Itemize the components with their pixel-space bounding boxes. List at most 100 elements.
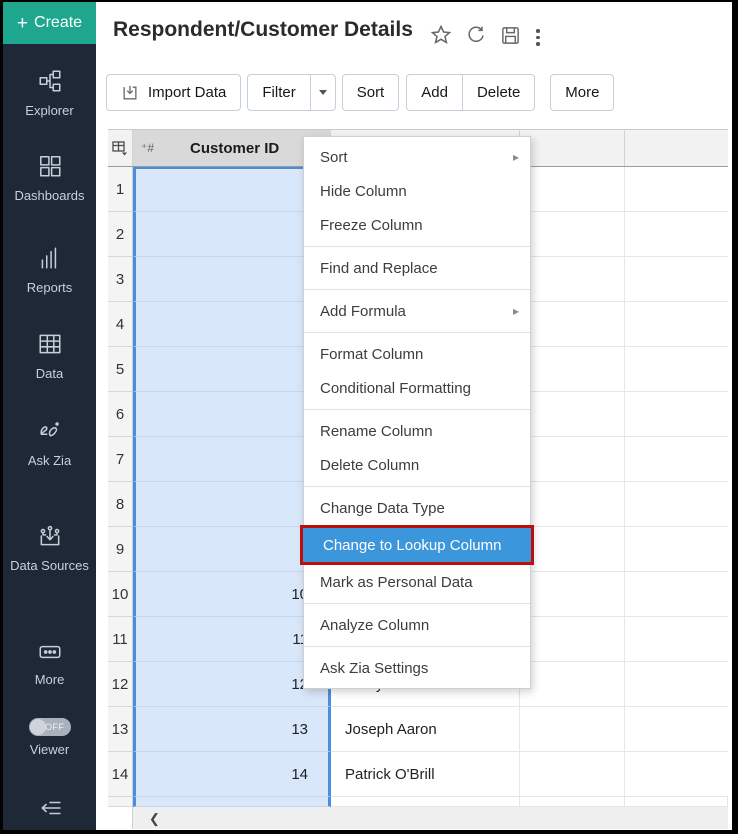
row-number[interactable]: 10 — [108, 572, 133, 617]
row-number[interactable]: 13 — [108, 707, 133, 752]
menu-item[interactable]: Format Column — [304, 337, 530, 371]
cell-customer-id[interactable] — [133, 437, 331, 482]
sidebar-item-explorer[interactable]: Explorer — [3, 68, 96, 118]
viewer-toggle-item[interactable]: OFF Viewer — [3, 718, 96, 757]
cell-customer-id[interactable] — [133, 257, 331, 302]
cell-empty[interactable] — [520, 257, 625, 302]
cell-empty[interactable] — [520, 662, 625, 707]
cell-empty[interactable] — [625, 482, 728, 527]
delete-button[interactable]: Delete — [462, 75, 534, 110]
cell-customer-id[interactable] — [133, 167, 331, 212]
scrollbar-track[interactable]: ❮ — [133, 807, 728, 829]
refresh-icon[interactable] — [465, 24, 487, 51]
save-icon[interactable] — [500, 25, 521, 51]
cell-empty[interactable] — [625, 662, 728, 707]
cell-customer-id[interactable]: 10 — [133, 572, 331, 617]
cell-empty[interactable] — [625, 572, 728, 617]
cell-customer-id[interactable] — [133, 482, 331, 527]
row-number[interactable]: 14 — [108, 752, 133, 797]
sidebar-item-dashboards[interactable]: Dashboards — [3, 153, 96, 203]
menu-item[interactable]: Delete Column — [304, 448, 530, 482]
row-number[interactable]: 6 — [108, 392, 133, 437]
row-number[interactable]: 5 — [108, 347, 133, 392]
filter-button[interactable]: Filter — [248, 75, 309, 110]
cell-empty[interactable] — [625, 302, 728, 347]
cell-empty[interactable] — [520, 347, 625, 392]
cell-empty[interactable] — [520, 707, 625, 752]
row-number[interactable]: 4 — [108, 302, 133, 347]
cell-empty[interactable] — [625, 347, 728, 392]
cell-empty[interactable] — [520, 392, 625, 437]
cell-customer-id[interactable]: 12 — [133, 662, 331, 707]
column-header[interactable] — [520, 130, 625, 166]
row-number[interactable]: 3 — [108, 257, 133, 302]
cell-customer-id[interactable] — [133, 302, 331, 347]
menu-item[interactable]: Sort — [304, 140, 530, 174]
import-data-button[interactable]: Import Data — [106, 74, 241, 111]
cell-customer-id[interactable] — [133, 392, 331, 437]
scroll-left-icon[interactable]: ❮ — [149, 812, 160, 825]
cell-empty[interactable] — [625, 617, 728, 662]
more-button[interactable]: More — [550, 74, 614, 111]
cell-empty[interactable] — [625, 437, 728, 482]
favorite-star-icon[interactable] — [430, 24, 452, 51]
row-number[interactable]: 9 — [108, 527, 133, 572]
select-all-corner[interactable] — [108, 130, 133, 166]
cell-empty[interactable] — [625, 707, 728, 752]
cell-empty[interactable] — [625, 752, 728, 797]
sort-button[interactable]: Sort — [342, 74, 400, 111]
sidebar-item-ask-zia[interactable]: Ask Zia — [3, 418, 96, 468]
cell-empty[interactable] — [520, 302, 625, 347]
menu-item[interactable]: Freeze Column — [304, 208, 530, 242]
row-number[interactable]: 11 — [108, 617, 133, 662]
cell-empty[interactable] — [520, 752, 625, 797]
menu-item[interactable]: Change Data Type — [304, 491, 530, 525]
cell-name[interactable]: Joseph Aaron — [331, 707, 520, 752]
cell-empty[interactable] — [520, 527, 625, 572]
sidebar-item-reports[interactable]: Reports — [3, 245, 96, 295]
cell-empty[interactable] — [625, 257, 728, 302]
row-number[interactable]: 2 — [108, 212, 133, 257]
cell-empty[interactable] — [520, 572, 625, 617]
kebab-menu-icon[interactable] — [534, 27, 542, 48]
cell-customer-id[interactable] — [133, 347, 331, 392]
menu-item[interactable]: Analyze Column — [304, 608, 530, 642]
cell-empty[interactable] — [625, 527, 728, 572]
cell-empty[interactable] — [520, 482, 625, 527]
row-number[interactable]: 12 — [108, 662, 133, 707]
menu-item[interactable]: Find and Replace — [304, 251, 530, 285]
menu-item[interactable]: Hide Column — [304, 174, 530, 208]
cell-empty[interactable] — [625, 167, 728, 212]
menu-item[interactable]: Ask Zia Settings — [304, 651, 530, 685]
cell-empty[interactable] — [520, 167, 625, 212]
customer-id-column-header[interactable]: ⁺# Customer ID — [133, 130, 331, 166]
cell-name[interactable]: Patrick O'Brill — [331, 752, 520, 797]
menu-item-highlighted[interactable]: Change to Lookup Column — [300, 525, 534, 565]
sidebar-item-more[interactable]: More — [3, 641, 96, 687]
cell-empty[interactable] — [625, 392, 728, 437]
cell-customer-id[interactable]: 14 — [133, 752, 331, 797]
menu-item[interactable]: Mark as Personal Data — [304, 565, 530, 599]
column-header[interactable] — [625, 130, 728, 166]
cell-empty[interactable] — [625, 212, 728, 257]
add-button[interactable]: Add — [407, 75, 462, 110]
row-number[interactable]: 7 — [108, 437, 133, 482]
menu-item[interactable]: Conditional Formatting — [304, 371, 530, 405]
sidebar-item-data-sources[interactable]: Data Sources — [3, 523, 96, 573]
cell-empty — [331, 797, 520, 807]
cell-customer-id[interactable]: 13 — [133, 707, 331, 752]
cell-customer-id[interactable]: 11 — [133, 617, 331, 662]
menu-item[interactable]: Add Formula — [304, 294, 530, 328]
cell-empty[interactable] — [520, 212, 625, 257]
filter-dropdown-button[interactable] — [310, 75, 335, 110]
create-button[interactable]: + Create — [3, 2, 96, 44]
viewer-toggle[interactable]: OFF — [29, 718, 71, 736]
row-number[interactable]: 8 — [108, 482, 133, 527]
row-number[interactable]: 1 — [108, 167, 133, 212]
menu-item[interactable]: Rename Column — [304, 414, 530, 448]
cell-empty[interactable] — [520, 617, 625, 662]
collapse-sidebar-button[interactable] — [3, 797, 96, 822]
cell-empty[interactable] — [520, 437, 625, 482]
cell-customer-id[interactable] — [133, 212, 331, 257]
sidebar-item-data[interactable]: Data — [3, 331, 96, 381]
